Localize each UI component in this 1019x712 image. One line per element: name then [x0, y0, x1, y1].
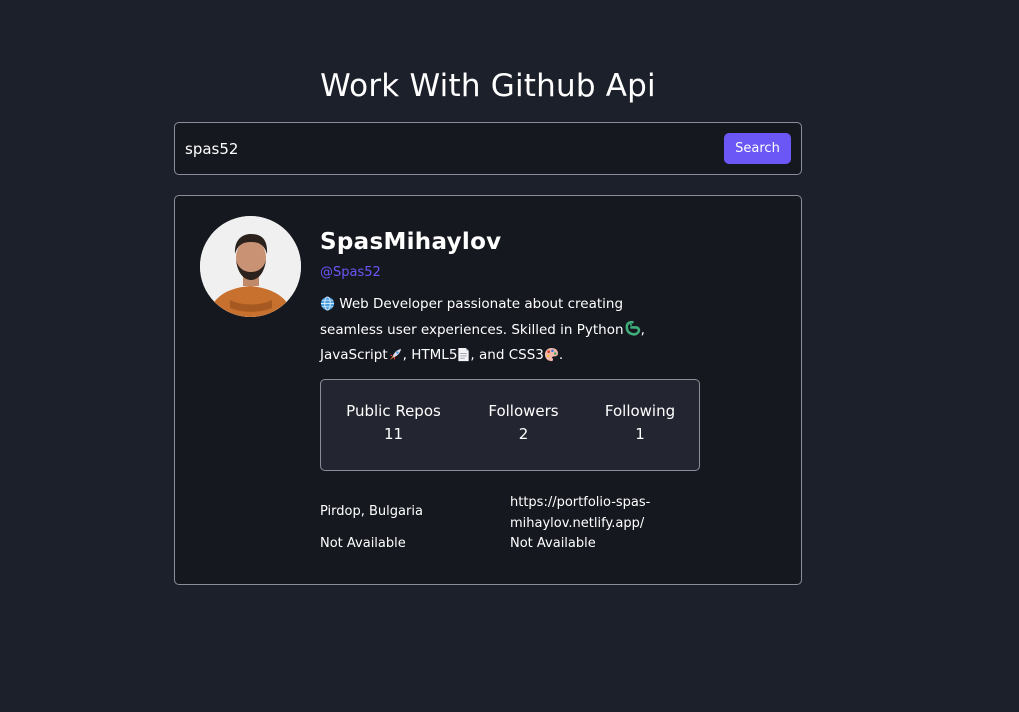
python-emoji — [624, 320, 641, 345]
stat-label: Followers — [488, 402, 559, 420]
profile-handle[interactable]: @Spas52 — [320, 265, 381, 280]
company-text: Not Available — [510, 536, 596, 551]
stat-followers: Followers 2 — [476, 402, 571, 443]
search-button[interactable]: Search — [724, 133, 791, 164]
twitter-text: Not Available — [320, 536, 406, 551]
search-input[interactable] — [185, 136, 705, 162]
avatar — [200, 216, 301, 317]
stat-value: 2 — [518, 425, 529, 443]
blog-link[interactable]: https://portfolio-spas-mihaylov.netlify.… — [510, 492, 680, 534]
stat-value: 1 — [635, 425, 645, 443]
profile-card: SpasMihaylov @Spas52 Web Developer passi… — [174, 195, 802, 585]
stats-box: Public Repos 11 Followers 2 Following 1 — [320, 379, 700, 471]
stat-label: Following — [604, 402, 676, 420]
globe-emoji — [320, 296, 335, 319]
stat-public-repos: Public Repos 11 — [341, 402, 446, 443]
page-title: Work With Github Api — [320, 68, 656, 104]
profile-bio: Web Developer passionate about creating … — [320, 293, 665, 370]
stat-following: Following 1 — [596, 402, 684, 443]
stat-label: Public Repos — [346, 402, 441, 420]
page-emoji — [457, 347, 470, 370]
rocket-emoji — [388, 347, 403, 370]
palette-emoji — [544, 347, 559, 370]
stat-value: 11 — [383, 425, 404, 443]
profile-name: SpasMihaylov — [320, 229, 502, 255]
location-text: Pirdop, Bulgaria — [320, 504, 423, 519]
search-bar: Search — [174, 122, 802, 175]
